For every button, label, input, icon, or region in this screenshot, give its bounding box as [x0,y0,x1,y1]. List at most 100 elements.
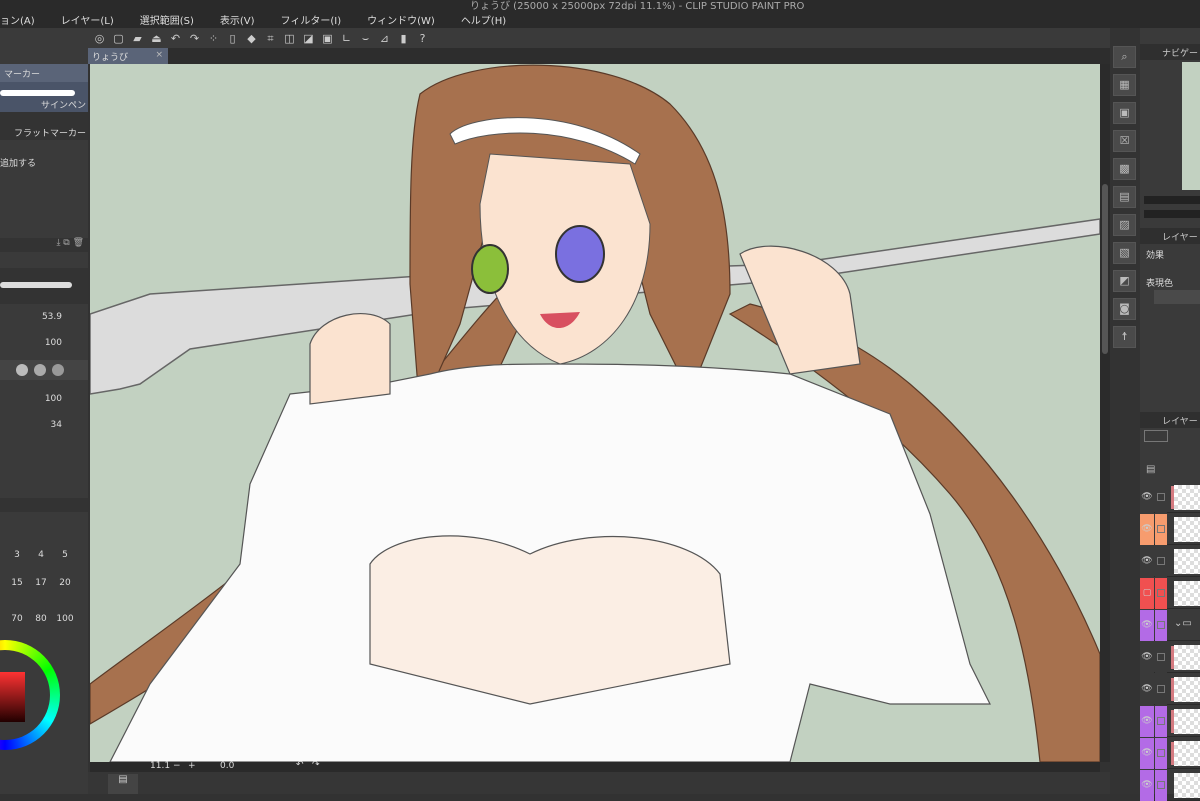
sub-tool-group[interactable]: マーカー [0,64,88,82]
scroll-thumb[interactable] [1102,184,1108,354]
lock-toggle[interactable] [1155,770,1167,801]
zoom-value[interactable]: 11.1 [150,761,170,771]
timeline-icon[interactable]: ▤ [108,774,138,794]
lock-toggle[interactable] [1155,738,1167,769]
material-folder-icon[interactable]: ◩ [1113,270,1136,292]
ruler-icon[interactable]: ◪ [301,31,316,46]
crop-icon[interactable]: ⌗ [263,31,278,46]
search-material-icon[interactable]: ⌕ [1113,46,1136,68]
lock-toggle[interactable] [1155,578,1167,609]
brush-size-3[interactable]: 3 [6,550,28,560]
lock-toggle[interactable] [1155,482,1167,513]
blend-mode-select[interactable] [1144,430,1168,442]
menu-selection[interactable]: 選択範囲(S) [140,12,194,27]
material-folder-icon[interactable]: ▦ [1113,74,1136,96]
eye-icon[interactable]: 👁 [1140,770,1154,801]
brush-tip-selector[interactable] [0,360,88,380]
eye-icon[interactable]: 👁 [1140,514,1154,545]
eye-icon[interactable]: 👁 [1140,610,1154,641]
new-file-icon[interactable]: ▢ [111,31,126,46]
transform-icon[interactable]: ◫ [282,31,297,46]
lock-toggle[interactable] [1155,706,1167,737]
sub-tool-sign-pen[interactable]: サインペン [0,82,88,112]
rotate-left-icon[interactable]: ↶ [296,760,304,770]
brush-size-100[interactable]: 100 [54,614,76,624]
opacity-value[interactable]: 100 [0,338,88,348]
snap-special-icon[interactable]: ⌣ [358,31,373,46]
eye-icon[interactable]: 👁 [1140,642,1154,673]
material-folder-icon[interactable]: ☒ [1113,130,1136,152]
fill-icon[interactable]: ◆ [244,31,259,46]
eye-icon[interactable]: 👁 [1140,674,1154,705]
zoom-slider[interactable] [1144,196,1200,204]
angle-value[interactable]: 0.0 [220,761,234,771]
rotate-right-icon[interactable]: ↷ [312,760,320,770]
lock-toggle[interactable] [1155,610,1167,641]
lock-toggle[interactable] [1155,674,1167,705]
material-folder-icon[interactable]: ▣ [1113,102,1136,124]
brush-size-4[interactable]: 4 [30,550,52,560]
brush-size-17[interactable]: 17 [30,578,52,588]
zoom-out-button[interactable]: − [173,761,181,771]
snap-ruler-icon[interactable]: ∟ [339,31,354,46]
expression-color-select[interactable] [1154,290,1200,304]
eye-icon[interactable]: 👁 [1140,738,1154,769]
navigator-header[interactable]: ナビゲー [1140,44,1200,60]
layer-row[interactable]: 👁 [1140,546,1200,577]
help-icon[interactable]: ? [415,31,430,46]
layer-property-header[interactable]: レイヤー [1140,228,1200,244]
menu-view[interactable]: 表示(V) [220,12,255,27]
layer-row[interactable]: 👁 [1140,482,1200,513]
lock-toggle[interactable] [1155,642,1167,673]
color-square[interactable] [0,672,25,722]
menu-filter[interactable]: フィルター(I) [281,12,342,27]
color-wheel[interactable] [0,640,60,750]
vertical-scrollbar[interactable] [1100,64,1110,762]
eye-icon[interactable]: 👁 [1140,482,1154,513]
material-folder-icon[interactable]: ▤ [1113,186,1136,208]
property-value[interactable]: 34 [0,420,88,430]
device-icon[interactable]: ▮ [396,31,411,46]
layer-row[interactable]: ▢ [1140,578,1200,609]
lock-toggle[interactable] [1155,514,1167,545]
layer-row[interactable]: 👁 ⌄▭ [1140,610,1200,641]
menu-animation[interactable]: ョン(A) [0,12,35,27]
document-tab[interactable]: りょうび × [88,48,168,64]
material-folder-icon[interactable]: ▨ [1113,214,1136,236]
layer-row[interactable]: 👁 [1140,674,1200,705]
clear-icon[interactable]: ▯ [225,31,240,46]
menu-layer[interactable]: レイヤー(L) [61,12,114,27]
menu-window[interactable]: ウィンドウ(W) [367,12,435,27]
deselect-icon[interactable]: ⁘ [206,31,221,46]
snap-grid-icon[interactable]: ⊿ [377,31,392,46]
brush-size-70[interactable]: 70 [6,614,28,624]
canvas[interactable] [90,64,1100,762]
brush-size-20[interactable]: 20 [54,578,76,588]
menu-help[interactable]: ヘルプ(H) [461,12,506,27]
layer-row[interactable]: 👁 [1140,738,1200,769]
layer-row[interactable]: 👁 [1140,514,1200,545]
add-sub-tool-label[interactable]: 追加する [0,156,88,169]
layer-view-icon[interactable]: ▤ [1146,464,1155,475]
hidden-eye-icon[interactable]: ▢ [1140,578,1154,609]
material-folder-icon[interactable]: ▧ [1113,242,1136,264]
open-folder-icon[interactable]: ▰ [130,31,145,46]
brush-size-15[interactable]: 15 [6,578,28,588]
save-icon[interactable]: ⏏ [149,31,164,46]
undo-icon[interactable]: ↶ [168,31,183,46]
lock-toggle[interactable] [1155,546,1167,577]
material-folder-icon[interactable]: ▩ [1113,158,1136,180]
brush-size-80[interactable]: 80 [30,614,52,624]
layer-row[interactable]: 👁 [1140,706,1200,737]
material-folder-icon[interactable]: ◙ [1113,298,1136,320]
density-value[interactable]: 100 [0,394,88,404]
redo-icon[interactable]: ↷ [187,31,202,46]
eye-icon[interactable]: 👁 [1140,706,1154,737]
brush-size-5[interactable]: 5 [54,550,76,560]
layer-panel-header[interactable]: レイヤー [1140,412,1200,428]
layer-row[interactable]: 👁 [1140,770,1200,801]
material-folder-icon[interactable]: ☨ [1113,326,1136,348]
frame-icon[interactable]: ▣ [320,31,335,46]
sub-tool-actions[interactable]: ⤓ ⧉ 🗑 [0,238,88,252]
layer-row[interactable]: 👁 [1140,642,1200,673]
